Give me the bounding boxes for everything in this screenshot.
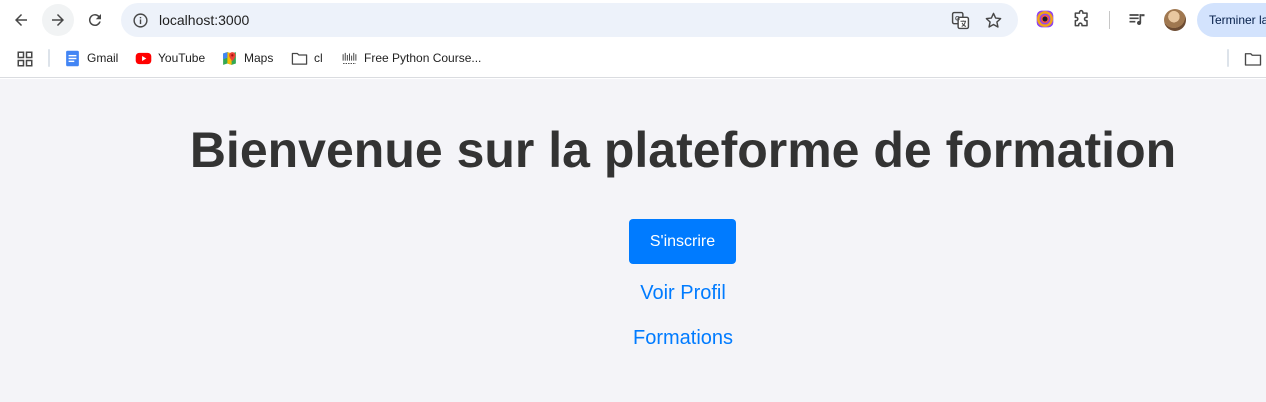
bookmark-gmail[interactable]: Gmail bbox=[64, 40, 118, 76]
bookmark-folder-cl[interactable]: cl bbox=[291, 40, 323, 76]
bookmark-label: Free Python Course... bbox=[364, 51, 482, 65]
finish-update-button[interactable]: Terminer la bbox=[1197, 3, 1266, 37]
address-bar[interactable]: localhost:3000 G bbox=[121, 3, 1018, 37]
bookmark-youtube[interactable]: YouTube bbox=[135, 40, 205, 76]
translate-icon: G bbox=[951, 11, 969, 29]
bookmark-label: Gmail bbox=[87, 51, 119, 65]
bookmark-label: cl bbox=[314, 51, 323, 65]
folder-icon bbox=[291, 52, 308, 65]
youtube-icon bbox=[135, 52, 152, 64]
forward-button[interactable] bbox=[42, 4, 74, 36]
translate-button[interactable]: G bbox=[950, 10, 970, 30]
all-bookmarks-folder-icon[interactable] bbox=[1243, 50, 1263, 68]
info-circle-icon bbox=[132, 12, 148, 28]
site-info-button[interactable] bbox=[128, 8, 152, 32]
toolbar-divider bbox=[1109, 11, 1110, 29]
view-profile-link[interactable]: Voir Profil bbox=[0, 282, 1266, 305]
bookmark-maps[interactable]: Maps bbox=[221, 40, 273, 76]
back-button[interactable] bbox=[5, 4, 37, 36]
maps-icon bbox=[223, 51, 236, 65]
url-text[interactable]: localhost:3000 bbox=[159, 12, 249, 28]
apps-grid-icon[interactable] bbox=[16, 50, 34, 68]
profile-avatar[interactable] bbox=[1164, 9, 1186, 31]
svg-text:G: G bbox=[954, 15, 959, 22]
browser-toolbar: localhost:3000 G Terminer la bbox=[0, 0, 1266, 40]
bookmarks-separator bbox=[48, 49, 50, 67]
media-queue-icon[interactable] bbox=[1127, 10, 1147, 30]
arrow-left-icon bbox=[15, 14, 27, 26]
gmail-icon bbox=[66, 50, 79, 66]
arrow-right-icon bbox=[52, 14, 64, 26]
color-extension-icon[interactable] bbox=[1035, 9, 1055, 29]
bookmarks-bar: Gmail YouTube Maps cl Free Python Course… bbox=[0, 40, 1266, 78]
signup-button[interactable]: S'inscrire bbox=[629, 219, 736, 264]
bookmark-label: YouTube bbox=[158, 51, 206, 65]
reload-button[interactable] bbox=[79, 4, 111, 36]
extensions-puzzle-icon[interactable] bbox=[1072, 9, 1092, 29]
page-headline: Bienvenue sur la plateforme de formation bbox=[189, 122, 1177, 178]
bookmark-star-button[interactable] bbox=[983, 10, 1003, 30]
site-favicon-icon bbox=[342, 52, 357, 64]
bookmark-label: Maps bbox=[244, 51, 274, 65]
reload-icon bbox=[88, 14, 101, 27]
star-icon bbox=[985, 12, 1001, 28]
bookmark-free-python-course[interactable]: Free Python Course... bbox=[341, 40, 481, 76]
formations-link[interactable]: Formations bbox=[0, 327, 1266, 350]
page-content: Bienvenue sur la plateforme de formation… bbox=[0, 79, 1266, 402]
bookmarks-separator-right bbox=[1227, 49, 1229, 67]
